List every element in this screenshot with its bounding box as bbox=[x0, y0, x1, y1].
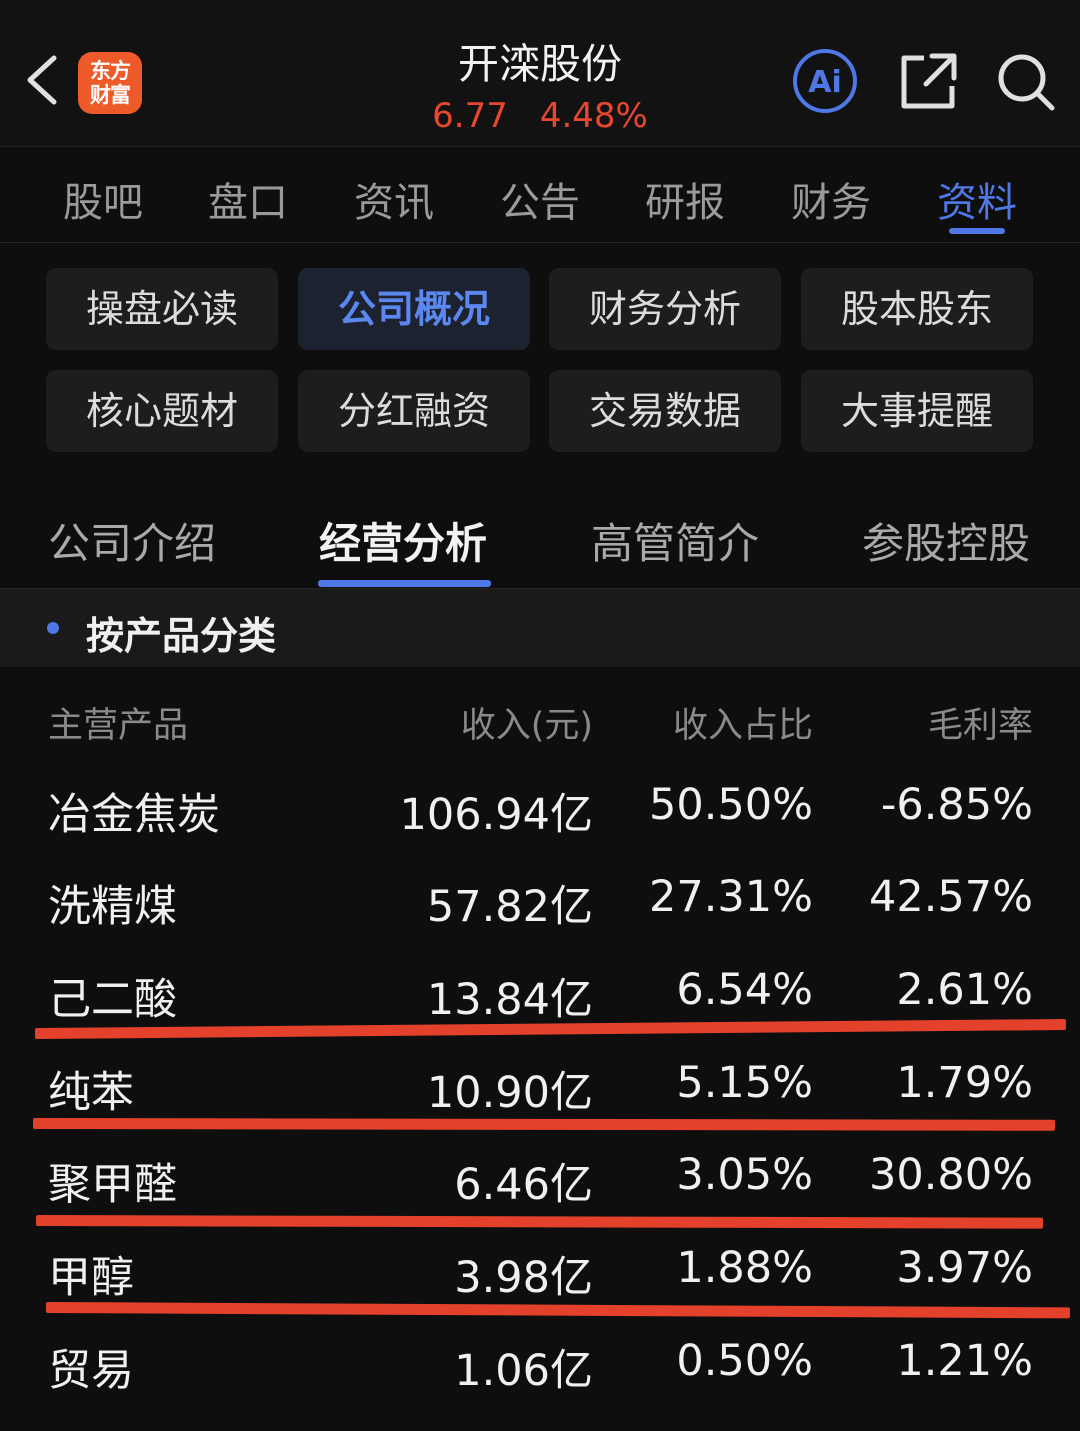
gross-margin: -6.85% bbox=[880, 780, 1033, 830]
annotation-underline bbox=[45, 1302, 1071, 1319]
svg-text:Ai: Ai bbox=[808, 65, 842, 100]
revenue-share: 0.50% bbox=[676, 1336, 813, 1386]
main-tab-bar: 股吧 盘口 资讯 公告 研报 财务 资料 bbox=[0, 146, 1080, 243]
stock-change: 4.48% bbox=[539, 96, 648, 136]
product-name: 冶金焦炭 bbox=[48, 790, 220, 840]
revenue-value: 106.94亿 bbox=[399, 790, 593, 840]
gross-margin: 3.97% bbox=[896, 1243, 1033, 1293]
gross-margin: 30.80% bbox=[869, 1150, 1033, 1200]
subtab-business-analysis[interactable]: 经营分析 bbox=[319, 510, 487, 571]
tab-announcements[interactable]: 公告 bbox=[500, 170, 580, 228]
revenue-share: 1.88% bbox=[676, 1243, 813, 1293]
tab-guba[interactable]: 股吧 bbox=[63, 170, 143, 228]
grid-financial-analysis[interactable]: 财务分析 bbox=[549, 268, 781, 350]
active-subtab-indicator bbox=[318, 580, 491, 587]
tab-news[interactable]: 资讯 bbox=[354, 170, 434, 228]
gross-margin: 1.21% bbox=[896, 1336, 1033, 1386]
ai-assistant-icon[interactable]: Ai bbox=[792, 48, 858, 114]
grid-shareholders[interactable]: 股本股东 bbox=[801, 268, 1033, 350]
annotation-underline bbox=[32, 1118, 1056, 1131]
subtab-company-intro[interactable]: 公司介绍 bbox=[48, 510, 216, 571]
subtab-holdings[interactable]: 参股控股 bbox=[862, 510, 1030, 571]
gross-margin: 42.57% bbox=[869, 872, 1033, 922]
revenue-value: 6.46亿 bbox=[454, 1160, 593, 1210]
tab-finance[interactable]: 财务 bbox=[791, 170, 871, 228]
revenue-value: 1.06亿 bbox=[454, 1346, 593, 1396]
revenue-value: 10.90亿 bbox=[426, 1068, 593, 1118]
revenue-value: 3.98亿 bbox=[454, 1253, 593, 1303]
revenue-share: 3.05% bbox=[676, 1150, 813, 1200]
grid-trading-guide[interactable]: 操盘必读 bbox=[46, 268, 278, 350]
revenue-share: 50.50% bbox=[649, 780, 813, 830]
col-header-share: 收入占比 bbox=[672, 706, 813, 746]
tab-research[interactable]: 研报 bbox=[645, 170, 725, 228]
col-header-revenue: 收入(元) bbox=[460, 706, 593, 746]
subtab-executives[interactable]: 高管简介 bbox=[591, 510, 759, 571]
revenue-value: 57.82亿 bbox=[426, 882, 593, 932]
active-tab-indicator bbox=[949, 228, 1005, 234]
grid-dividends-financing[interactable]: 分红融资 bbox=[298, 370, 530, 452]
gross-margin: 2.61% bbox=[896, 965, 1033, 1015]
revenue-share: 27.31% bbox=[649, 872, 813, 922]
section-title: 按产品分类 bbox=[86, 614, 277, 658]
share-icon[interactable] bbox=[898, 50, 958, 112]
gross-margin: 1.79% bbox=[896, 1058, 1033, 1108]
product-name: 纯苯 bbox=[48, 1068, 134, 1118]
section-header: 按产品分类 bbox=[0, 588, 1080, 667]
product-name: 甲醇 bbox=[48, 1253, 134, 1303]
product-name: 聚甲醛 bbox=[48, 1160, 177, 1210]
revenue-value: 13.84亿 bbox=[426, 975, 593, 1025]
revenue-share: 6.54% bbox=[676, 965, 813, 1015]
grid-company-overview[interactable]: 公司概况 bbox=[298, 268, 530, 350]
col-header-product: 主营产品 bbox=[48, 706, 189, 746]
annotation-underline bbox=[35, 1215, 1044, 1229]
top-bar: 东方 财富 开滦股份 6.77 4.48% Ai bbox=[0, 0, 1080, 147]
grid-trading-data[interactable]: 交易数据 bbox=[549, 370, 781, 452]
search-icon[interactable] bbox=[996, 52, 1056, 112]
product-name: 洗精煤 bbox=[48, 882, 177, 932]
tab-profile[interactable]: 资料 bbox=[937, 170, 1017, 228]
product-name: 己二酸 bbox=[48, 975, 177, 1025]
tab-pankou[interactable]: 盘口 bbox=[208, 170, 288, 228]
grid-events[interactable]: 大事提醒 bbox=[801, 370, 1033, 452]
stock-price: 6.77 bbox=[432, 96, 508, 136]
bullet-dot-icon bbox=[47, 622, 59, 634]
grid-core-themes[interactable]: 核心题材 bbox=[46, 370, 278, 452]
product-name: 贸易 bbox=[48, 1346, 134, 1396]
col-header-margin: 毛利率 bbox=[927, 706, 1033, 746]
revenue-share: 5.15% bbox=[676, 1058, 813, 1108]
